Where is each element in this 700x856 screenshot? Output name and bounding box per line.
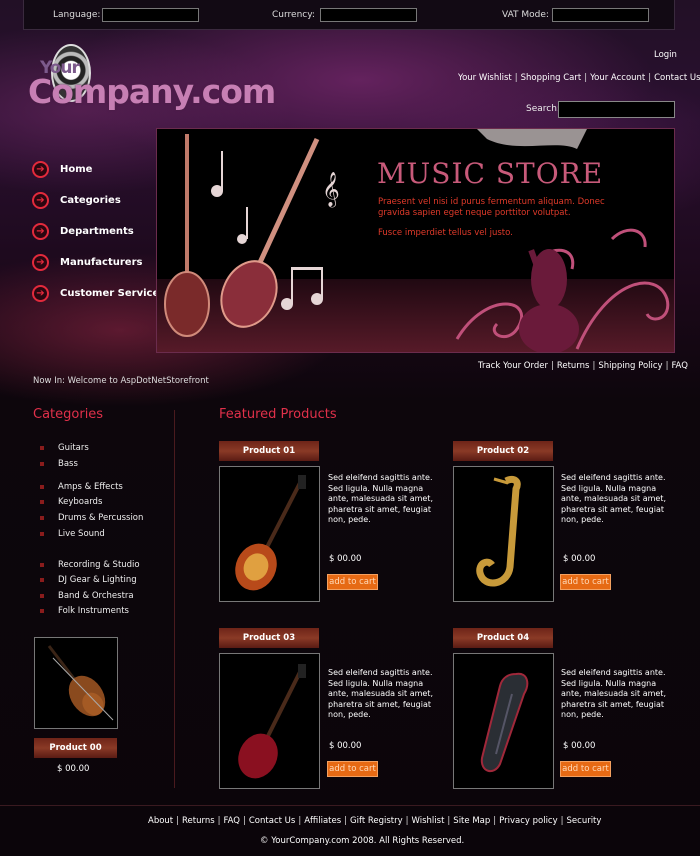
breadcrumb: Now In: Welcome to AspDotNetStorefront — [33, 376, 209, 386]
category-item[interactable]: Recording & Studio — [40, 560, 140, 570]
nav-item-departments[interactable]: ➔ Departments — [32, 222, 162, 242]
company-logo[interactable]: Your Company.com — [28, 44, 276, 114]
faq-link[interactable]: FAQ — [671, 361, 687, 371]
search-input[interactable] — [558, 101, 675, 118]
nav-item-label: Categories — [60, 195, 121, 206]
side-product-tab[interactable]: Product 00 — [34, 738, 117, 758]
shipping-policy-link[interactable]: Shipping Policy — [598, 361, 662, 371]
violin-icon — [47, 645, 114, 721]
product-description: Sed eleifend sagittis ante. Sed ligula. … — [328, 668, 433, 719]
side-product-price: $ 00.00 — [57, 764, 90, 774]
returns-link[interactable]: Returns — [557, 361, 590, 371]
language-label: Language: — [53, 10, 101, 20]
add-to-cart-button[interactable]: add to cart — [560, 574, 611, 590]
arrow-right-icon: ➔ — [32, 285, 49, 302]
nav-item-home[interactable]: ➔ Home — [32, 160, 162, 180]
track-order-link[interactable]: Track Your Order — [478, 361, 548, 371]
category-item[interactable]: Folk Instruments — [40, 606, 129, 616]
search-label: Search: — [526, 104, 560, 114]
copyright: © YourCompany.com 2008. All Rights Reser… — [260, 836, 465, 846]
currency-select[interactable] — [320, 8, 417, 22]
nav-item-label: Home — [60, 164, 93, 175]
wishlist-link[interactable]: Your Wishlist — [458, 73, 512, 83]
guitar-icon — [164, 134, 210, 337]
account-links: Your Wishlist | Shopping Cart | Your Account… — [458, 73, 700, 83]
logo-line2: Company.com — [28, 72, 276, 111]
arrow-right-icon: ➔ — [32, 192, 49, 209]
login-link[interactable]: Login — [654, 50, 677, 60]
footer-link-contact[interactable]: Contact Us — [249, 816, 295, 826]
product-image[interactable] — [453, 466, 554, 602]
product-description: Sed eleifend sagittis ante. Sed ligula. … — [561, 668, 666, 719]
footer-link-faq[interactable]: FAQ — [224, 816, 240, 826]
product-description: Sed eleifend sagittis ante. Sed ligula. … — [561, 473, 666, 524]
product-image[interactable] — [453, 653, 554, 789]
category-item[interactable]: Keyboards — [40, 497, 102, 507]
footer-link-affiliates[interactable]: Affiliates — [304, 816, 341, 826]
banner-copy: Praesent vel nisi id purus fermentum ali… — [378, 197, 605, 218]
add-to-cart-button[interactable]: add to cart — [327, 574, 378, 590]
product-price: $ 00.00 — [563, 554, 596, 564]
vat-mode-select[interactable] — [552, 8, 649, 22]
category-item[interactable]: Band & Orchestra — [40, 591, 134, 601]
arrow-right-icon: ➔ — [32, 161, 49, 178]
product-description: Sed eleifend sagittis ante. Sed ligula. … — [328, 473, 433, 524]
nav-item-label: Manufacturers — [60, 257, 143, 268]
footer-link-about[interactable]: About — [148, 816, 173, 826]
footer-link-privacy[interactable]: Privacy policy — [499, 816, 558, 826]
nav-item-manufacturers[interactable]: ➔ Manufacturers — [32, 253, 162, 273]
contact-us-link[interactable]: Contact Us — [654, 73, 700, 83]
product-image[interactable] — [219, 653, 320, 789]
arrow-right-icon: ➔ — [32, 223, 49, 240]
category-item[interactable]: Live Sound — [40, 529, 105, 539]
category-item[interactable]: Amps & Effects — [40, 482, 123, 492]
product-image[interactable] — [219, 466, 320, 602]
category-item[interactable]: Guitars — [40, 443, 89, 453]
categories-heading: Categories — [33, 407, 104, 422]
svg-text:𝄞: 𝄞 — [322, 172, 340, 208]
banner-title: MUSIC STORE — [377, 157, 604, 190]
category-item[interactable]: Bass — [40, 459, 78, 469]
footer-link-security[interactable]: Security — [567, 816, 602, 826]
product-image-violin[interactable] — [34, 637, 118, 729]
category-item[interactable]: DJ Gear & Lighting — [40, 575, 137, 585]
saxophone-icon — [476, 475, 521, 587]
footer-link-returns[interactable]: Returns — [182, 816, 215, 826]
footer-links: About | Returns | FAQ | Contact Us | Affiliates |… — [148, 816, 602, 826]
featured-heading: Featured Products — [219, 407, 337, 422]
product-tab[interactable]: Product 04 — [453, 628, 553, 648]
footer-link-wishlist[interactable]: Wishlist — [412, 816, 445, 826]
electric-guitar-icon — [235, 475, 306, 591]
footer-link-gift-registry[interactable]: Gift Registry — [350, 816, 403, 826]
secondary-links: Track Your Order | Returns | Shipping Policy… — [478, 361, 688, 371]
nav-item-customer-service[interactable]: ➔ Customer Service — [32, 284, 162, 304]
arrow-right-icon: ➔ — [32, 254, 49, 271]
electric-guitar-icon — [238, 664, 306, 779]
language-select[interactable] — [102, 8, 199, 22]
footer-divider — [0, 805, 700, 806]
product-tab[interactable]: Product 02 — [453, 441, 553, 461]
nav-item-label: Departments — [60, 226, 134, 237]
hero-banner: 𝄞 MUSIC STORE Praesent vel nisi id purus… — [156, 128, 675, 353]
footer-link-site-map[interactable]: Site Map — [453, 816, 490, 826]
currency-label: Currency: — [272, 10, 315, 20]
top-settings-bar: Language: Currency: VAT Mode: — [23, 0, 675, 30]
instrument-case-icon — [480, 672, 529, 773]
add-to-cart-button[interactable]: add to cart — [560, 761, 611, 777]
nav-item-label: Customer Service — [60, 288, 160, 299]
product-tab[interactable]: Product 01 — [219, 441, 319, 461]
nav-item-categories[interactable]: ➔ Categories — [32, 191, 162, 211]
category-item[interactable]: Drums & Percussion — [40, 513, 143, 523]
product-price: $ 00.00 — [329, 741, 362, 751]
add-to-cart-button[interactable]: add to cart — [327, 761, 378, 777]
vat-mode-label: VAT Mode: — [502, 10, 549, 20]
product-price: $ 00.00 — [329, 554, 362, 564]
product-tab[interactable]: Product 03 — [219, 628, 319, 648]
banner-copy-secondary: Fusce imperdiet tellus vel justo. — [378, 228, 513, 238]
product-price: $ 00.00 — [563, 741, 596, 751]
your-account-link[interactable]: Your Account — [590, 73, 645, 83]
shopping-cart-link[interactable]: Shopping Cart — [521, 73, 582, 83]
column-divider — [174, 410, 175, 788]
